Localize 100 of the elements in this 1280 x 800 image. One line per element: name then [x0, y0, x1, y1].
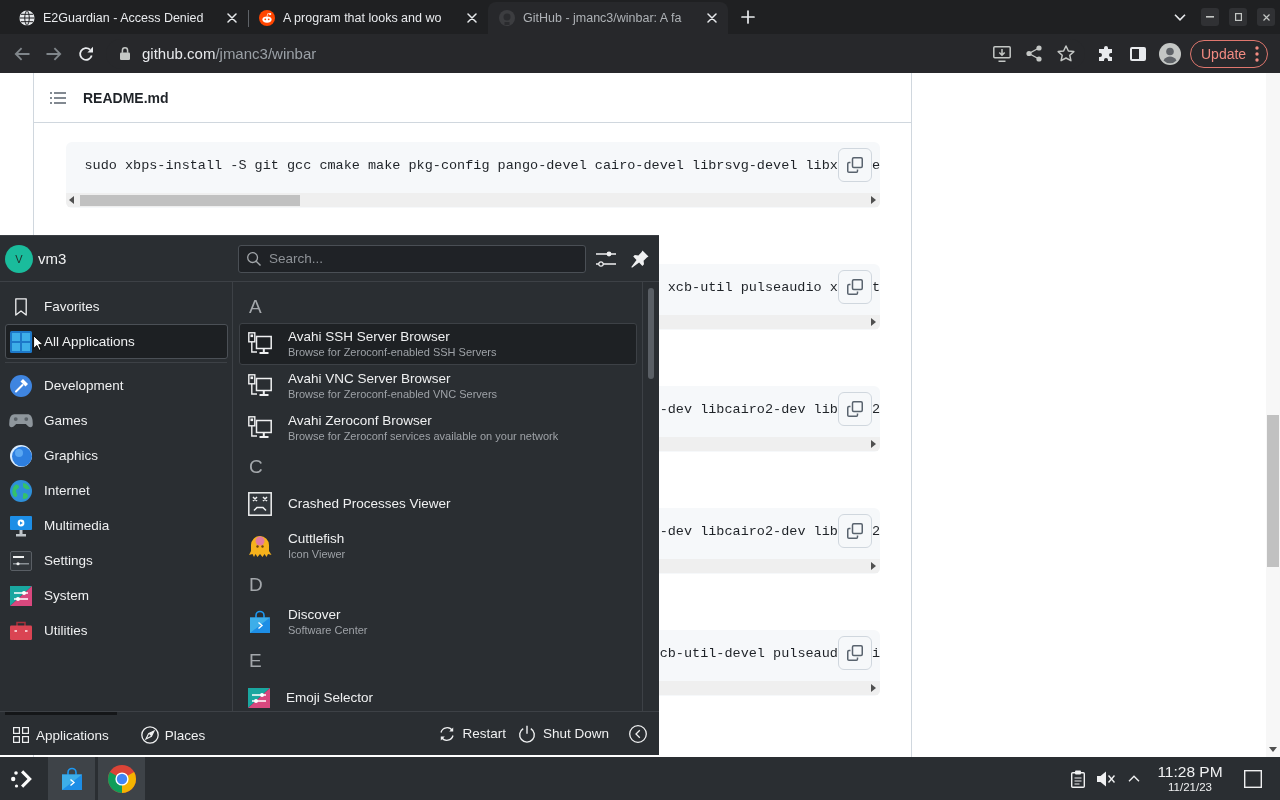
code-text: 2	[871, 401, 880, 417]
show-desktop-icon	[1244, 769, 1262, 788]
category-item[interactable]: Graphics	[5, 438, 228, 473]
scrollbar-thumb[interactable]	[1267, 415, 1279, 567]
restart-icon	[439, 725, 456, 742]
scroll-right-arrow-icon[interactable]	[871, 562, 876, 570]
alien-face-icon	[259, 10, 275, 26]
browser-tab[interactable]: E2Guardian - Access Denied	[8, 2, 248, 34]
app-list-item[interactable]: Discover Software Center	[239, 601, 637, 643]
code-text: cb-util-devel pulseaud	[659, 645, 838, 661]
copy-icon	[846, 523, 863, 539]
computer-network-icon	[248, 374, 272, 398]
chevron-down-icon	[1174, 13, 1186, 21]
app-list-item[interactable]: Avahi VNC Server Browser Browse for Zeroconf-enabled VNC Servers	[239, 365, 637, 407]
mouse-pointer-icon	[33, 335, 43, 351]
browser-tab[interactable]: A program that looks and wo	[248, 2, 488, 34]
close-icon	[1262, 13, 1270, 21]
grid-icon	[13, 727, 29, 743]
control-panel-icon	[10, 550, 32, 571]
scroll-right-arrow-icon[interactable]	[871, 440, 876, 448]
reload-icon	[78, 45, 94, 62]
taskbar-task[interactable]	[48, 757, 95, 800]
maximize-button[interactable]	[1229, 8, 1247, 26]
hammer-icon	[10, 374, 32, 397]
category-item[interactable]: Games	[5, 403, 228, 438]
category-item[interactable]: Development	[5, 368, 228, 403]
profile-avatar-icon	[1159, 42, 1181, 65]
puzzle-piece-icon	[1098, 45, 1114, 62]
scroll-right-arrow-icon[interactable]	[871, 196, 876, 204]
category-item[interactable]: Utilities	[5, 613, 228, 648]
speaker-muted-icon	[1097, 770, 1115, 787]
power-icon	[517, 724, 536, 743]
code-text: e	[871, 157, 880, 173]
scroll-right-arrow-icon[interactable]	[871, 318, 876, 326]
wheel-logo-icon	[107, 764, 136, 793]
app-grid-icon	[10, 330, 32, 353]
category-item[interactable]: Settings	[5, 543, 228, 578]
code-text: -dev libcairo2-dev lib	[659, 401, 838, 417]
category-item[interactable]: Internet	[5, 473, 228, 508]
copy-icon	[846, 401, 863, 417]
user-avatar[interactable]: V	[5, 244, 33, 273]
copy-button[interactable]	[837, 392, 872, 426]
plus-icon	[741, 10, 755, 24]
back-circle-icon	[629, 724, 647, 743]
close-icon[interactable]	[467, 13, 477, 23]
launcher-tab[interactable]: Places	[132, 712, 214, 755]
minimize-button[interactable]	[1201, 8, 1219, 26]
app-list-item[interactable]: Cuttlefish Icon Viewer	[239, 525, 637, 567]
clock-date[interactable]: 11/21/23	[1168, 780, 1212, 793]
scrollbar-thumb[interactable]	[648, 288, 654, 379]
toolbox-icon	[10, 621, 32, 640]
app-list-item[interactable]: Avahi SSH Server Browser Browse for Zeroconf-enabled SSH Servers	[239, 323, 637, 365]
section-letter: D	[248, 572, 264, 597]
shopping-bag-icon	[59, 766, 84, 791]
forward-arrow-icon	[46, 46, 62, 61]
sad-face-window-icon	[248, 492, 272, 516]
bookmark-icon	[15, 297, 27, 316]
category-item[interactable]: Favorites	[5, 289, 228, 324]
computer-network-icon	[248, 332, 272, 356]
computer-network-icon	[248, 416, 272, 440]
sphere-icon	[10, 444, 32, 467]
lock-icon[interactable]	[120, 47, 130, 60]
app-list-item[interactable]: Crashed Processes Viewer	[239, 483, 637, 525]
section-letter: C	[248, 454, 264, 479]
close-window-button[interactable]	[1257, 8, 1275, 26]
clipboard-icon	[1071, 769, 1085, 788]
clock-time[interactable]: 11:28 PM	[1157, 764, 1223, 781]
globe-icon	[19, 10, 35, 26]
code-text: 2	[871, 523, 880, 539]
restart-button[interactable]: Restart	[433, 718, 512, 749]
copy-button[interactable]	[837, 514, 872, 548]
app-list-item[interactable]: Avahi Zeroconf Browser Browse for Zeroconf services available on your network	[239, 407, 637, 449]
scroll-right-arrow-icon[interactable]	[871, 684, 876, 692]
search-field[interactable]: Search...	[238, 244, 586, 273]
browser-tab[interactable]: GitHub - jmanc3/winbar: A fa	[488, 2, 728, 34]
copy-button[interactable]	[837, 148, 872, 182]
launcher-tab[interactable]: Applications	[5, 712, 117, 755]
code-text: i	[871, 645, 880, 661]
taskbar-task[interactable]	[98, 757, 145, 800]
kebab-menu-icon	[1255, 45, 1259, 62]
scroll-down-arrow-icon[interactable]	[1269, 747, 1277, 752]
category-item[interactable]: System	[5, 578, 228, 613]
copy-button[interactable]	[837, 636, 872, 670]
close-icon[interactable]	[227, 13, 237, 23]
copy-button[interactable]	[837, 270, 872, 304]
star-icon	[1057, 45, 1075, 62]
app-list-item[interactable]: Emoji Selector	[239, 677, 637, 711]
scrollbar-thumb[interactable]	[80, 194, 300, 206]
octopus-icon	[248, 534, 272, 558]
back-arrow-icon	[14, 46, 30, 61]
copy-icon	[846, 645, 863, 661]
compass-icon	[140, 726, 159, 744]
code-text: -dev libcairo2-dev lib	[659, 523, 838, 539]
close-icon[interactable]	[707, 13, 717, 23]
category-item[interactable]: Multimedia	[5, 508, 228, 543]
scroll-left-arrow-icon[interactable]	[69, 196, 74, 204]
category-item[interactable]: All Applications	[5, 324, 228, 359]
shutdown-button[interactable]: Shut Down	[511, 718, 615, 749]
outline-button[interactable]	[50, 91, 66, 104]
section-letter: A	[248, 294, 263, 319]
